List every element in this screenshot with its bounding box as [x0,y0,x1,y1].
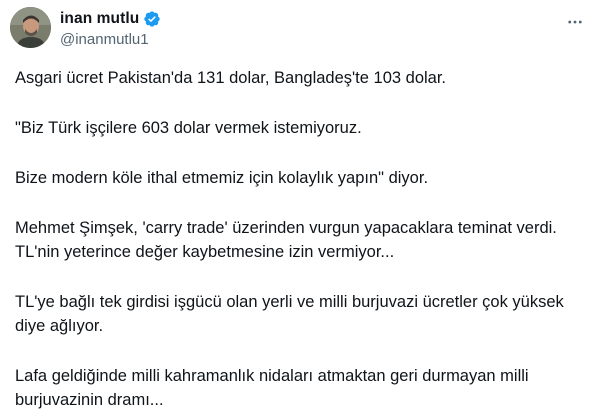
author-info: inan mutlu @inanmutlu1 [60,9,161,48]
tweet-text: Asgari ücret Pakistan'da 131 dolar, Bang… [15,66,590,412]
author-handle[interactable]: @inanmutlu1 [60,31,161,48]
tweet-card: inan mutlu @inanmutlu1 Asgari ücret Paki… [0,0,600,416]
tweet-paragraph: Asgari ücret Pakistan'da 131 dolar, Bang… [15,69,447,87]
more-options-icon[interactable] [564,11,586,33]
avatar[interactable] [10,7,51,48]
tweet-paragraph: "Biz Türk işçilere 603 dolar vermek iste… [15,119,362,137]
tweet-paragraph: TL'ye bağlı tek girdisi işgücü olan yerl… [15,293,564,335]
tweet-paragraph: Lafa geldiğinde milli kahramanlık nidala… [15,367,529,409]
tweet-paragraph: Bize modern köle ithal etmemiz için kola… [15,169,429,187]
tweet-paragraph: Mehmet Şimşek, 'carry trade' üzerinden v… [15,219,557,261]
verified-badge-icon [143,10,161,28]
author-display-name[interactable]: inan mutlu [60,10,139,28]
